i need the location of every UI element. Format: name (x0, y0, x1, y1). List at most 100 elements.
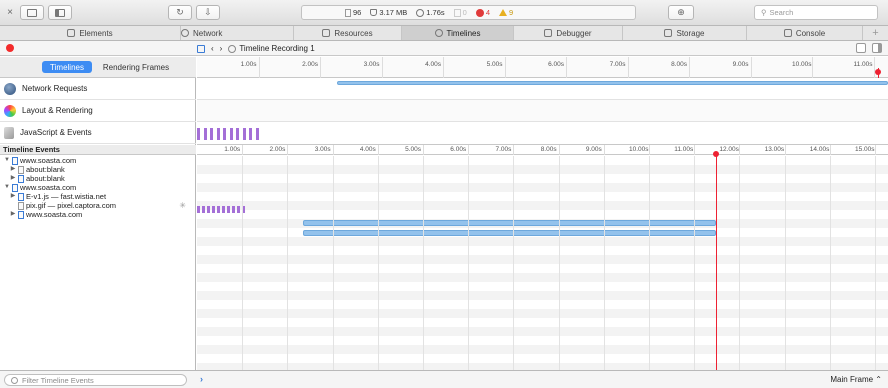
tree-item[interactable]: ▶ about:blank (0, 165, 196, 174)
script-bar (223, 128, 226, 140)
playhead-marker[interactable] (713, 151, 719, 157)
add-tab-button[interactable]: + (863, 26, 888, 40)
tree-item-label: E-v1.js — fast.wistia.net (26, 192, 107, 201)
resource-size-value: 3.17 MB (379, 8, 408, 17)
tab-debugger[interactable]: Debugger (514, 26, 623, 40)
tree-item[interactable]: ▶ www.soasta.com (0, 210, 196, 219)
frame-selector[interactable]: Main Frame ⌃ (830, 375, 882, 384)
overview-label: JavaScript & Events (20, 128, 92, 137)
ruler-tick (689, 57, 690, 78)
disclosure-open-icon[interactable]: ▼ (4, 156, 10, 165)
tree-item[interactable]: pix.gif — pixel.captora.com ✳ (0, 201, 196, 210)
search-icon: ⚲ (761, 8, 767, 17)
debugger-icon (544, 29, 553, 37)
disclosure-closed-icon[interactable]: ▶ (10, 174, 16, 183)
overview-network-requests[interactable]: Network Requests (0, 78, 196, 100)
dock-side-button[interactable] (48, 5, 72, 20)
breadcrumb: ‹ › Timeline Recording 1 (197, 41, 315, 56)
details-sidebar-icon[interactable] (872, 43, 882, 53)
resource-count[interactable]: 96 (345, 8, 361, 17)
forward-icon[interactable]: › (220, 44, 223, 53)
error-count[interactable]: 4 (475, 8, 490, 17)
script-bar (216, 128, 220, 140)
disclosure-closed-icon[interactable]: ▶ (10, 165, 16, 174)
timeline-graph-area: 1.00s 2.00s 3.00s 4.00s 5.00s 6.00s 7.00s 8.00s… (197, 57, 888, 370)
tree-item-label: pix.gif — pixel.captora.com (26, 201, 117, 210)
ruler-tick-label: 5.00s (486, 61, 503, 68)
recording-title[interactable]: Timeline Recording 1 (239, 44, 314, 53)
ruler-tick-label: 11.00s (674, 146, 694, 153)
ruler-tick-label: 6.00s (548, 61, 564, 68)
log-count[interactable]: 0 (453, 8, 467, 17)
tree-item[interactable]: ▶ about:blank (0, 174, 196, 183)
grid-line (558, 156, 560, 370)
document-icon (345, 8, 351, 17)
ruler-tick-label: 12.00s (719, 146, 739, 153)
timeline-navigation-bar: ‹ › Timeline Recording 1 (0, 41, 888, 56)
script-bar (232, 206, 235, 213)
ruler-tick-label: 9.00s (732, 61, 749, 68)
close-icon[interactable]: × (4, 5, 16, 20)
window-icon (27, 8, 37, 17)
download-button[interactable]: ⇩ (196, 5, 220, 20)
ruler-tick-label: 7.00s (609, 61, 626, 68)
tree-item[interactable]: ▶ E-v1.js — fast.wistia.net (0, 192, 196, 201)
rendering-frames-mode-button[interactable]: Rendering Frames (96, 61, 176, 73)
tree-item[interactable]: ▼ www.soasta.com (0, 156, 196, 165)
sidebar-toggle-icon[interactable] (197, 44, 205, 53)
ruler-tick-label: 2.00s (302, 61, 318, 68)
www-soasta-request-bar[interactable] (303, 230, 716, 236)
script-bar (197, 206, 200, 213)
tab-storage[interactable]: Storage (623, 26, 747, 40)
tab-resources[interactable]: Resources (294, 26, 402, 40)
log-icon (453, 8, 461, 17)
filter-input[interactable]: Filter Timeline Events (4, 374, 187, 386)
script-activity-bars (197, 128, 261, 140)
tab-elements[interactable]: Elements (0, 26, 181, 40)
trash-icon[interactable] (856, 43, 866, 53)
ruler-tick (649, 145, 650, 155)
resource-size[interactable]: 3.17 MB (370, 8, 407, 17)
network-activity-bar (337, 81, 888, 85)
overview-javascript-events[interactable]: JavaScript & Events (0, 122, 196, 144)
tab-label: Console (795, 28, 826, 38)
ruler-tick-label: 13.00s (764, 146, 785, 153)
timelines-mode-button[interactable]: Timelines (42, 61, 92, 73)
ruler-tick-label: 1.00s (224, 146, 241, 153)
detail-time-ruler[interactable]: 1.00s 2.00s 3.00s 4.00s 5.00s 6.00s 7.00s 8.00s… (197, 145, 888, 155)
overview-layout-rendering[interactable]: Layout & Rendering (0, 100, 196, 122)
inspect-button[interactable]: ⊕ (668, 5, 694, 20)
ruler-tick-label: 8.00s (671, 61, 687, 68)
ruler-tick-label: 10.00s (792, 61, 812, 68)
tab-label: Elements (79, 28, 113, 38)
tab-console[interactable]: Console (747, 26, 863, 40)
grid-line (694, 156, 696, 370)
overview-layout-track (197, 100, 888, 122)
console-prompt[interactable]: › (200, 374, 203, 384)
pix-gif-request-bar[interactable] (303, 220, 716, 226)
tab-label: Storage (676, 28, 705, 38)
overview-playhead-marker[interactable] (875, 69, 881, 75)
ruler-tick-label: 1.00s (240, 61, 257, 68)
tab-network[interactable]: Network (181, 26, 294, 40)
ruler-tick (513, 145, 515, 155)
warning-count[interactable]: 9 (498, 8, 513, 17)
tab-timelines[interactable]: Timelines (402, 26, 514, 40)
image-file-icon (18, 201, 24, 210)
back-icon[interactable]: ‹ (211, 44, 214, 53)
dock-separate-button[interactable] (20, 5, 44, 20)
tree-item[interactable]: ▼ www.soasta.com (0, 183, 196, 192)
ruler-tick (332, 145, 334, 155)
script-file-icon (18, 192, 24, 201)
search-input[interactable]: ⚲ Search (754, 5, 878, 20)
load-time[interactable]: 1.76s (416, 8, 445, 17)
disclosure-closed-icon[interactable]: ▶ (10, 210, 16, 219)
record-button[interactable] (6, 44, 14, 52)
overview-time-ruler[interactable]: 1.00s 2.00s 3.00s 4.00s 5.00s 6.00s 7.00s 8.00s… (197, 57, 888, 78)
disclosure-open-icon[interactable]: ▼ (4, 183, 10, 192)
document-icon (18, 210, 24, 219)
reload-button[interactable]: ↻ (168, 5, 192, 20)
bottom-bar: Filter Timeline Events › Main Frame ⌃ (0, 370, 888, 388)
color-wheel-icon (4, 104, 16, 117)
disclosure-closed-icon[interactable]: ▶ (10, 192, 16, 201)
